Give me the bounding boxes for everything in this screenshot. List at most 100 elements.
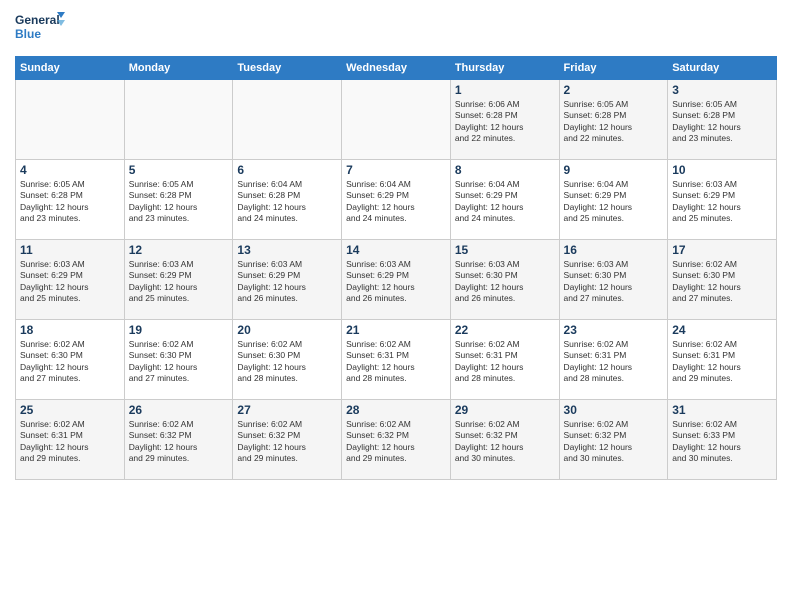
day-detail: Sunrise: 6:02 AM Sunset: 6:31 PM Dayligh… <box>672 339 772 385</box>
calendar-cell: 15 Sunrise: 6:03 AM Sunset: 6:30 PM Dayli… <box>450 240 559 320</box>
day-detail: Sunrise: 6:03 AM Sunset: 6:29 PM Dayligh… <box>20 259 120 305</box>
calendar-cell: 20Sunrise: 6:02 AM Sunset: 6:30 PM Dayli… <box>233 320 342 400</box>
calendar-cell: 1 Sunrise: 6:06 AM Sunset: 6:28 PM Daylig… <box>450 80 559 160</box>
calendar-cell: 10 Sunrise: 6:03 AM Sunset: 6:29 PM Dayli… <box>668 160 777 240</box>
day-detail: Sunrise: 6:02 AM Sunset: 6:31 PM Dayligh… <box>455 339 555 385</box>
day-detail: Sunrise: 6:02 AM Sunset: 6:31 PM Dayligh… <box>20 419 120 465</box>
day-number: 27 <box>237 403 337 417</box>
calendar-cell <box>233 80 342 160</box>
day-number: 22 <box>455 323 555 337</box>
day-detail: Sunrise: 6:02 AM Sunset: 6:30 PM Dayligh… <box>672 259 772 305</box>
calendar-cell: 7 Sunrise: 6:04 AM Sunset: 6:29 PM Daylig… <box>342 160 451 240</box>
day-detail: Sunrise: 6:02 AM Sunset: 6:33 PM Dayligh… <box>672 419 772 465</box>
svg-text:General: General <box>15 13 60 27</box>
weekday-header: Wednesday <box>342 57 451 80</box>
day-detail: Sunrise: 6:04 AM Sunset: 6:29 PM Dayligh… <box>455 179 555 225</box>
calendar-cell: 3 Sunrise: 6:05 AM Sunset: 6:28 PM Daylig… <box>668 80 777 160</box>
weekday-header: Tuesday <box>233 57 342 80</box>
calendar-cell: 4Sunrise: 6:05 AM Sunset: 6:28 PM Daylig… <box>16 160 125 240</box>
day-detail: Sunrise: 6:02 AM Sunset: 6:31 PM Dayligh… <box>564 339 664 385</box>
weekday-header: Friday <box>559 57 668 80</box>
calendar-week-row: 1 Sunrise: 6:06 AM Sunset: 6:28 PM Daylig… <box>16 80 777 160</box>
calendar-cell: 26 Sunrise: 6:02 AM Sunset: 6:32 PM Dayli… <box>124 400 233 480</box>
day-detail: Sunrise: 6:02 AM Sunset: 6:30 PM Dayligh… <box>237 339 337 385</box>
calendar-cell: 2Sunrise: 6:05 AM Sunset: 6:28 PM Daylig… <box>559 80 668 160</box>
logo: General Blue <box>15 10 65 48</box>
day-number: 3 <box>672 83 772 97</box>
day-detail: Sunrise: 6:03 AM Sunset: 6:30 PM Dayligh… <box>564 259 664 305</box>
day-number: 16 <box>564 243 664 257</box>
day-number: 25 <box>20 403 120 417</box>
day-number: 1 <box>455 83 555 97</box>
calendar-week-row: 11 Sunrise: 6:03 AM Sunset: 6:29 PM Dayli… <box>16 240 777 320</box>
calendar-cell: 9Sunrise: 6:04 AM Sunset: 6:29 PM Daylig… <box>559 160 668 240</box>
day-detail: Sunrise: 6:04 AM Sunset: 6:28 PM Dayligh… <box>237 179 337 225</box>
day-detail: Sunrise: 6:03 AM Sunset: 6:29 PM Dayligh… <box>346 259 446 305</box>
day-detail: Sunrise: 6:02 AM Sunset: 6:32 PM Dayligh… <box>129 419 229 465</box>
day-detail: Sunrise: 6:03 AM Sunset: 6:29 PM Dayligh… <box>672 179 772 225</box>
day-number: 7 <box>346 163 446 177</box>
day-number: 29 <box>455 403 555 417</box>
day-number: 23 <box>564 323 664 337</box>
day-number: 30 <box>564 403 664 417</box>
calendar-cell: 29 Sunrise: 6:02 AM Sunset: 6:32 PM Dayli… <box>450 400 559 480</box>
calendar-cell: 31 Sunrise: 6:02 AM Sunset: 6:33 PM Dayli… <box>668 400 777 480</box>
day-number: 17 <box>672 243 772 257</box>
day-number: 19 <box>129 323 229 337</box>
calendar-cell: 25 Sunrise: 6:02 AM Sunset: 6:31 PM Dayli… <box>16 400 125 480</box>
day-number: 26 <box>129 403 229 417</box>
day-detail: Sunrise: 6:02 AM Sunset: 6:32 PM Dayligh… <box>564 419 664 465</box>
day-number: 8 <box>455 163 555 177</box>
day-number: 31 <box>672 403 772 417</box>
calendar-cell: 6 Sunrise: 6:04 AM Sunset: 6:28 PM Daylig… <box>233 160 342 240</box>
day-number: 10 <box>672 163 772 177</box>
weekday-header: Saturday <box>668 57 777 80</box>
calendar-cell: 21Sunrise: 6:02 AM Sunset: 6:31 PM Dayli… <box>342 320 451 400</box>
day-detail: Sunrise: 6:02 AM Sunset: 6:30 PM Dayligh… <box>129 339 229 385</box>
day-detail: Sunrise: 6:02 AM Sunset: 6:32 PM Dayligh… <box>237 419 337 465</box>
day-detail: Sunrise: 6:02 AM Sunset: 6:32 PM Dayligh… <box>455 419 555 465</box>
calendar-cell: 17 Sunrise: 6:02 AM Sunset: 6:30 PM Dayli… <box>668 240 777 320</box>
day-detail: Sunrise: 6:03 AM Sunset: 6:30 PM Dayligh… <box>455 259 555 305</box>
calendar-cell <box>342 80 451 160</box>
header: General Blue <box>15 10 777 48</box>
day-number: 5 <box>129 163 229 177</box>
calendar-cell: 22 Sunrise: 6:02 AM Sunset: 6:31 PM Dayli… <box>450 320 559 400</box>
page: General Blue SundayMondayTuesdayWednesda… <box>0 0 792 612</box>
calendar-cell: 23 Sunrise: 6:02 AM Sunset: 6:31 PM Dayli… <box>559 320 668 400</box>
day-number: 24 <box>672 323 772 337</box>
day-number: 9 <box>564 163 664 177</box>
calendar-week-row: 25 Sunrise: 6:02 AM Sunset: 6:31 PM Dayli… <box>16 400 777 480</box>
calendar-header-row: SundayMondayTuesdayWednesdayThursdayFrid… <box>16 57 777 80</box>
day-number: 11 <box>20 243 120 257</box>
weekday-header: Monday <box>124 57 233 80</box>
day-number: 14 <box>346 243 446 257</box>
calendar-cell: 16 Sunrise: 6:03 AM Sunset: 6:30 PM Dayli… <box>559 240 668 320</box>
day-number: 4 <box>20 163 120 177</box>
calendar-cell: 5Sunrise: 6:05 AM Sunset: 6:28 PM Daylig… <box>124 160 233 240</box>
day-detail: Sunrise: 6:06 AM Sunset: 6:28 PM Dayligh… <box>455 99 555 145</box>
calendar-cell: 28 Sunrise: 6:02 AM Sunset: 6:32 PM Dayli… <box>342 400 451 480</box>
weekday-header: Sunday <box>16 57 125 80</box>
day-number: 6 <box>237 163 337 177</box>
calendar-cell: 19 Sunrise: 6:02 AM Sunset: 6:30 PM Dayli… <box>124 320 233 400</box>
day-detail: Sunrise: 6:02 AM Sunset: 6:32 PM Dayligh… <box>346 419 446 465</box>
day-detail: Sunrise: 6:05 AM Sunset: 6:28 PM Dayligh… <box>672 99 772 145</box>
calendar-week-row: 18 Sunrise: 6:02 AM Sunset: 6:30 PM Dayli… <box>16 320 777 400</box>
day-detail: Sunrise: 6:02 AM Sunset: 6:31 PM Dayligh… <box>346 339 446 385</box>
calendar-cell <box>16 80 125 160</box>
calendar-table: SundayMondayTuesdayWednesdayThursdayFrid… <box>15 56 777 480</box>
calendar-cell: 30 Sunrise: 6:02 AM Sunset: 6:32 PM Dayli… <box>559 400 668 480</box>
calendar-cell <box>124 80 233 160</box>
day-number: 28 <box>346 403 446 417</box>
calendar-cell: 11 Sunrise: 6:03 AM Sunset: 6:29 PM Dayli… <box>16 240 125 320</box>
day-detail: Sunrise: 6:03 AM Sunset: 6:29 PM Dayligh… <box>129 259 229 305</box>
day-number: 18 <box>20 323 120 337</box>
day-detail: Sunrise: 6:03 AM Sunset: 6:29 PM Dayligh… <box>237 259 337 305</box>
day-detail: Sunrise: 6:04 AM Sunset: 6:29 PM Dayligh… <box>346 179 446 225</box>
day-number: 15 <box>455 243 555 257</box>
svg-text:Blue: Blue <box>15 27 41 41</box>
day-number: 12 <box>129 243 229 257</box>
calendar-cell: 14 Sunrise: 6:03 AM Sunset: 6:29 PM Dayli… <box>342 240 451 320</box>
calendar-cell: 24 Sunrise: 6:02 AM Sunset: 6:31 PM Dayli… <box>668 320 777 400</box>
